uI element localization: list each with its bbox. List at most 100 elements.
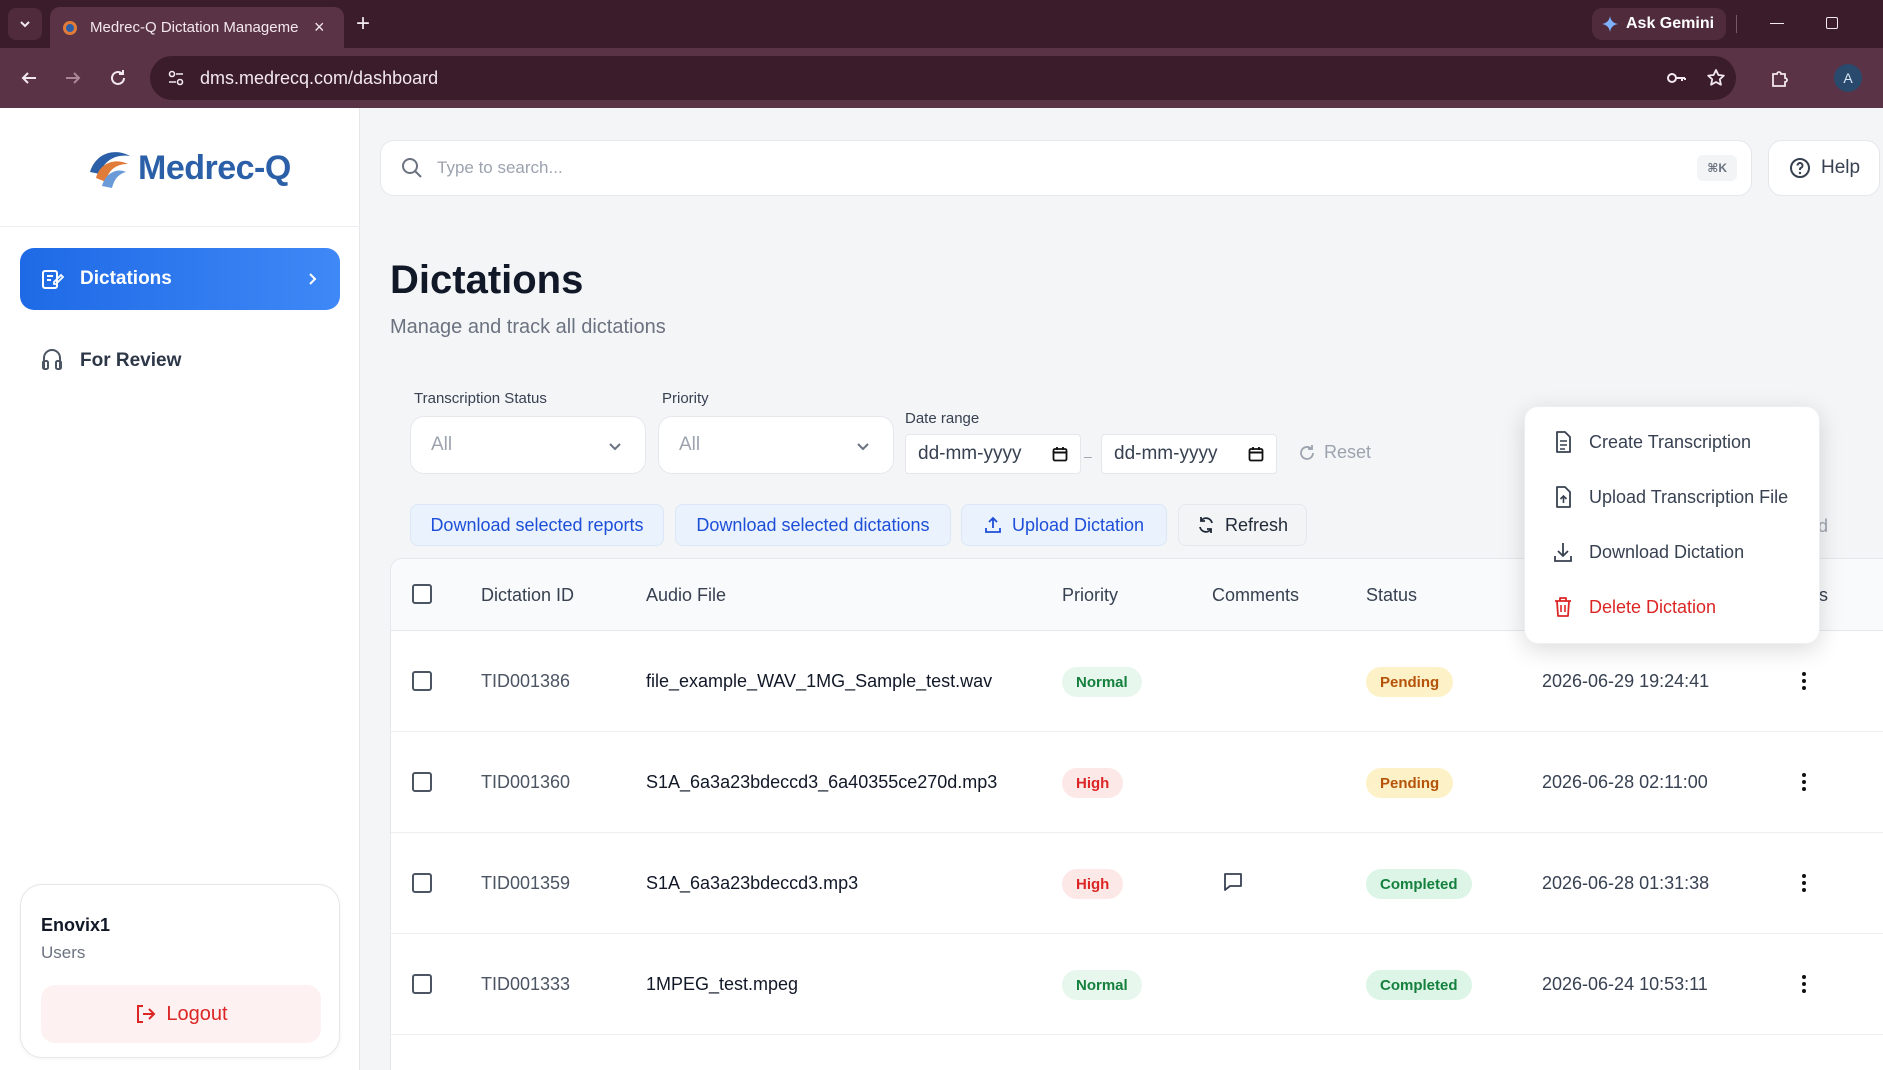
address-bar[interactable]: dms.medrecq.com/dashboard (150, 56, 1736, 100)
search-input[interactable]: Type to search... ⌘K (380, 140, 1752, 196)
app-logo[interactable]: Medrec-Q (86, 146, 291, 190)
logo-text: Medrec-Q (138, 148, 291, 187)
profile-avatar[interactable]: A (1834, 64, 1862, 92)
menu-item-label: Create Transcription (1589, 431, 1752, 452)
minimize-icon[interactable] (1770, 23, 1784, 24)
upload-dictation-label: Upload Dictation (1011, 514, 1145, 535)
column-header-priority[interactable]: Priority (1062, 585, 1118, 606)
timestamp: 2026-06-24 10:53:11 (1542, 974, 1708, 994)
upload-dictation-button[interactable]: Upload Dictation (961, 504, 1167, 546)
medrec-logo-icon (90, 152, 130, 188)
search-shortcut-badge: ⌘K (1697, 155, 1737, 181)
comment-icon[interactable] (1222, 871, 1244, 893)
date-from-input[interactable]: dd-mm-yyyy (905, 434, 1081, 474)
trash-icon (1555, 597, 1571, 617)
column-header-status[interactable]: Status (1366, 585, 1417, 606)
logout-icon (137, 1005, 156, 1023)
column-header-audio-file[interactable]: Audio File (646, 585, 726, 606)
reload-button[interactable] (106, 66, 130, 90)
dictation-id: TID001386 (481, 671, 571, 691)
table-row[interactable]: TID001360 S1A_6a3a23bdeccd3_6a40355ce270… (391, 732, 1883, 833)
download-selected-reports-button[interactable]: Download selected reports (410, 504, 664, 546)
logout-button[interactable]: Logout (41, 985, 321, 1043)
chevron-down-icon (857, 443, 869, 451)
row-context-menu: Create Transcription Upload Transcriptio… (1524, 406, 1820, 644)
ask-gemini-button[interactable]: Ask Gemini (1592, 8, 1726, 40)
sidebar: Medrec-Q Dictations For Review Enovix1 U… (0, 108, 360, 1070)
menu-item-label: Upload Transcription File (1589, 486, 1789, 507)
status-filter-select[interactable]: All (410, 416, 646, 474)
calendar-icon[interactable] (1248, 446, 1264, 462)
audio-file-name[interactable]: 1MPEG_test.mpeg (646, 974, 798, 995)
menu-item-download-dictation[interactable]: Download Dictation (1553, 541, 1744, 563)
audio-file-name[interactable]: file_example_WAV_1MG_Sample_test.wav (646, 671, 992, 692)
sidebar-item-dictations[interactable]: Dictations (20, 248, 340, 310)
help-label: Help (1821, 157, 1861, 178)
table-row[interactable]: TID001359 S1A_6a3a23bdeccd3.mp3 High Com… (391, 833, 1883, 934)
row-checkbox[interactable] (412, 974, 432, 994)
gemini-sparkle-icon (1602, 16, 1618, 32)
extensions-puzzle-icon[interactable] (1768, 66, 1792, 90)
help-button[interactable]: Help (1768, 140, 1880, 196)
audio-file-name[interactable]: S1A_6a3a23bdeccd3_6a40355ce270d.mp3 (646, 772, 997, 793)
favicon-icon (63, 20, 77, 35)
status-badge: Completed (1366, 970, 1472, 1000)
dictation-id: TID001333 (481, 974, 571, 994)
more-vertical-icon (1802, 773, 1806, 791)
bookmark-star-icon[interactable] (1704, 66, 1728, 90)
row-checkbox[interactable] (412, 873, 432, 893)
reset-icon (1300, 444, 1314, 460)
row-checkbox[interactable] (412, 772, 432, 792)
sidebar-item-for-review[interactable]: For Review (20, 334, 340, 388)
download-selected-dictations-button[interactable]: Download selected dictations (675, 504, 951, 546)
more-vertical-icon (1802, 672, 1806, 690)
more-vertical-icon (1802, 975, 1806, 993)
file-upload-icon (1556, 486, 1571, 508)
column-header-comments[interactable]: Comments (1212, 585, 1299, 606)
priority-badge: Normal (1062, 667, 1142, 697)
logout-label: Logout (166, 1002, 228, 1025)
sidebar-divider (0, 226, 360, 227)
timestamp: 2026-06-28 02:11:00 (1542, 772, 1708, 792)
priority-badge: Normal (1062, 970, 1142, 1000)
audio-file-name[interactable]: S1A_6a3a23bdeccd3.mp3 (646, 873, 858, 894)
row-actions-menu-button[interactable] (1792, 972, 1816, 996)
reset-filters-button[interactable]: Reset (1298, 442, 1371, 463)
site-info-icon[interactable] (166, 68, 186, 88)
date-to-input[interactable]: dd-mm-yyyy (1101, 434, 1277, 474)
arrow-right-icon (66, 72, 81, 84)
more-vertical-icon (1802, 874, 1806, 892)
menu-item-label: Download Dictation (1589, 541, 1745, 562)
menu-item-delete-dictation[interactable]: Delete Dictation (1553, 596, 1716, 618)
table-row[interactable]: TID001386 file_example_WAV_1MG_Sample_te… (391, 631, 1883, 732)
menu-item-label: Delete Dictation (1589, 596, 1717, 617)
sidebar-item-label: Dictations (80, 268, 172, 289)
user-card: Enovix1 Users Logout (20, 884, 340, 1058)
review-headset-icon (42, 349, 62, 370)
question-circle-icon (1790, 158, 1810, 178)
forward-button[interactable] (61, 66, 85, 90)
restore-icon[interactable] (1826, 17, 1838, 29)
row-actions-menu-button[interactable] (1792, 770, 1816, 794)
priority-filter-select[interactable]: All (658, 416, 894, 474)
row-checkbox[interactable] (412, 671, 432, 691)
refresh-button[interactable]: Refresh (1178, 504, 1307, 546)
timestamp: 2026-06-29 19:24:41 (1542, 671, 1710, 691)
row-actions-menu-button[interactable] (1792, 669, 1816, 693)
browser-tab[interactable]: Medrec-Q Dictation Manageme × (50, 7, 344, 48)
close-tab-icon[interactable]: × (314, 17, 325, 38)
priority-filter-label: Priority (662, 390, 709, 407)
arrow-left-icon (21, 72, 36, 84)
column-header-dictation-id[interactable]: Dictation ID (481, 585, 574, 606)
calendar-icon[interactable] (1052, 446, 1068, 462)
back-button[interactable] (17, 66, 41, 90)
password-key-icon[interactable] (1664, 66, 1688, 90)
select-all-checkbox[interactable] (412, 584, 432, 604)
menu-item-create-transcription[interactable]: Create Transcription (1553, 431, 1751, 453)
new-tab-button[interactable]: + (356, 12, 370, 36)
table-row[interactable]: TID001333 1MPEG_test.mpeg Normal Complet… (391, 934, 1883, 1035)
menu-item-upload-transcription-file[interactable]: Upload Transcription File (1553, 486, 1788, 508)
chevron-down-icon (609, 443, 621, 451)
tab-search-button[interactable] (8, 8, 42, 40)
row-actions-menu-button[interactable] (1792, 871, 1816, 895)
